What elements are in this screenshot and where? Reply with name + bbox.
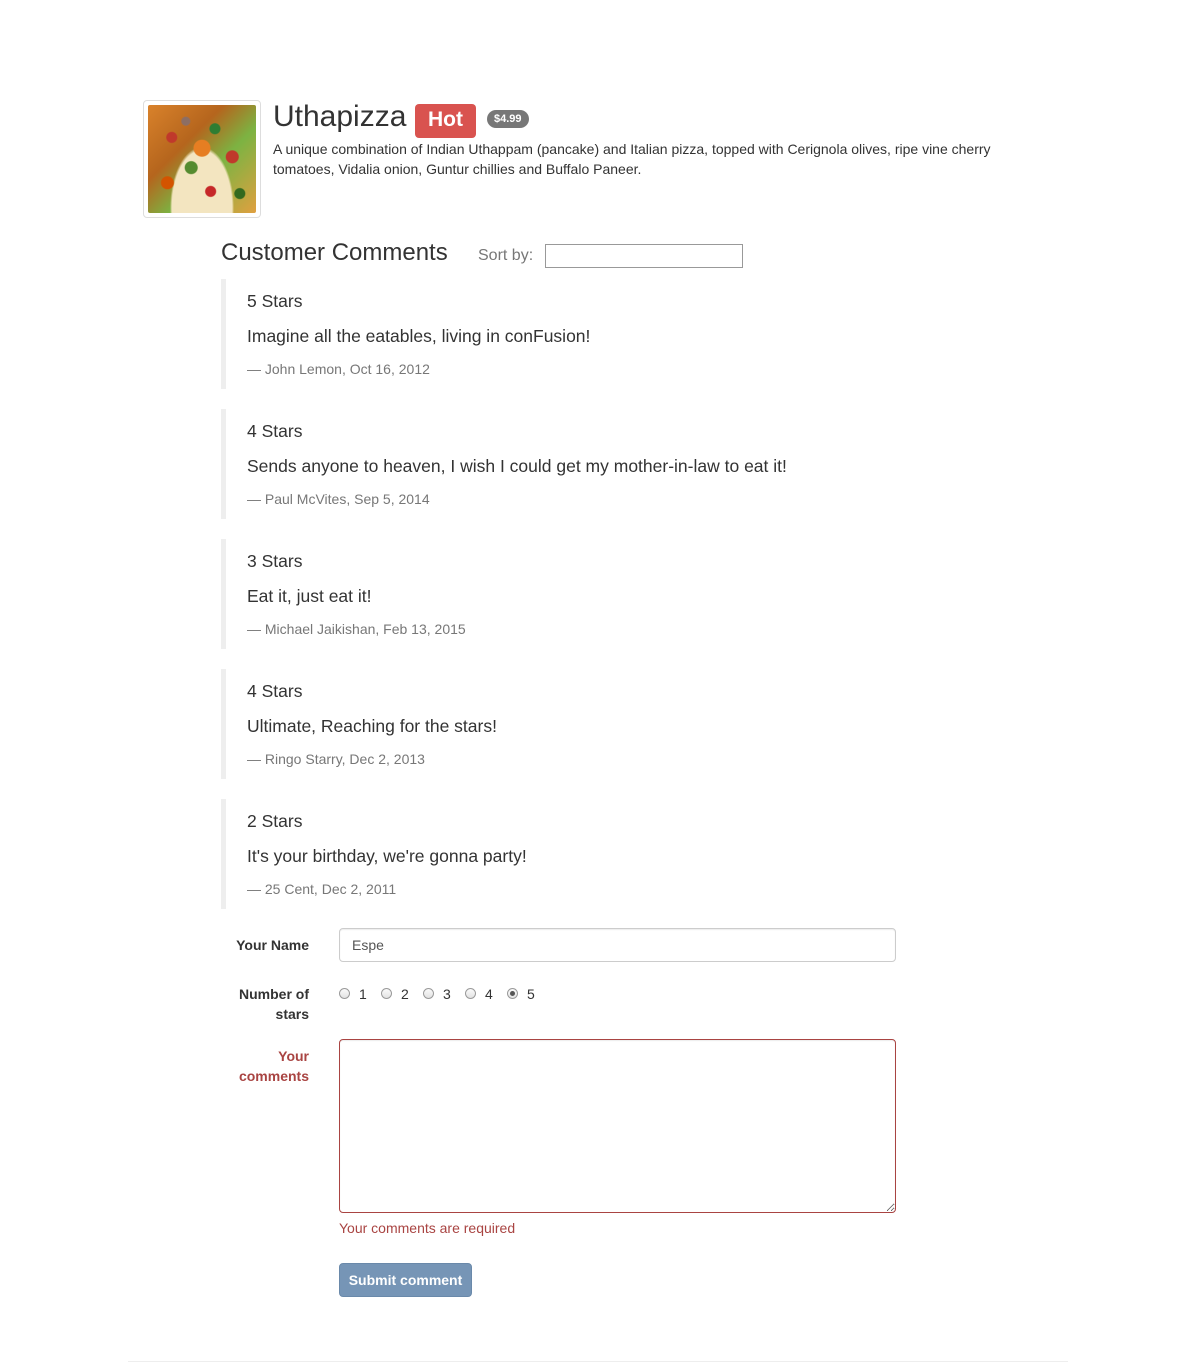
comment-text: It's your birthday, we're gonna party! [247, 846, 527, 866]
star-option-label: 5 [527, 986, 535, 1002]
name-label: Your Name [236, 937, 309, 953]
comment-rating: 4 Stars [247, 681, 303, 701]
comments-textarea[interactable] [339, 1039, 896, 1213]
dish-name: Uthapizza [273, 100, 407, 133]
comment-rating: 2 Stars [247, 811, 303, 831]
comment-rating: 3 Stars [247, 551, 303, 571]
star-option-label: 2 [401, 986, 409, 1002]
comments-label: Your comments [129, 1046, 309, 1086]
comment-author-date: — 25 Cent, Dec 2, 2011 [247, 881, 397, 897]
dish-description: A unique combination of Indian Uthappam … [273, 141, 991, 177]
star-option-label: 4 [485, 986, 493, 1002]
comment-text: Sends anyone to heaven, I wish I could g… [247, 456, 787, 476]
comment-text: Imagine all the eatables, living in conF… [247, 326, 591, 346]
radio-button[interactable] [339, 988, 350, 999]
comments-label-line2: comments [238, 1068, 309, 1084]
sort-input[interactable] [545, 244, 743, 268]
sort-label: Sort by: [478, 247, 534, 264]
comments-error-message: Your comments are required [339, 1220, 516, 1236]
hot-label: Hot [415, 104, 476, 138]
comment-item: 4 Stars Ultimate, Reaching for the stars… [221, 669, 921, 779]
price-badge: $4.99 [487, 110, 529, 128]
bottom-divider [128, 1361, 1068, 1362]
radio-button[interactable] [381, 988, 392, 999]
comment-text: Ultimate, Reaching for the stars! [247, 716, 497, 736]
comment-text: Eat it, just eat it! [247, 586, 372, 606]
comment-author-date: — Ringo Starry, Dec 2, 2013 [247, 751, 425, 767]
comment-rating: 5 Stars [247, 291, 303, 311]
star-option-label: 1 [359, 986, 367, 1002]
star-option-label: 3 [443, 986, 451, 1002]
pizza-image [148, 105, 256, 213]
comment-item: 3 Stars Eat it, just eat it! — Michael J… [221, 539, 921, 649]
submit-comment-button[interactable]: Submit comment [339, 1263, 472, 1297]
dish-thumbnail [143, 100, 261, 218]
radio-button[interactable] [423, 988, 434, 999]
comment-author-date: — John Lemon, Oct 16, 2012 [247, 361, 430, 377]
stars-label-line2: stars [275, 1006, 309, 1022]
comment-author-date: — Paul McVites, Sep 5, 2014 [247, 491, 430, 507]
radio-button-selected[interactable] [507, 988, 518, 999]
comment-item: 2 Stars It's your birthday, we're gonna … [221, 799, 921, 909]
stars-label-line1: Number of [239, 986, 309, 1002]
stars-label: Number of stars [129, 984, 309, 1024]
comments-label-line1: Your [278, 1048, 309, 1064]
name-input[interactable] [339, 928, 896, 962]
comment-item: 5 Stars Imagine all the eatables, living… [221, 279, 921, 389]
comment-rating: 4 Stars [247, 421, 303, 441]
comment-item: 4 Stars Sends anyone to heaven, I wish I… [221, 409, 921, 519]
radio-button[interactable] [465, 988, 476, 999]
comments-title: Customer Comments [221, 239, 448, 266]
comment-author-date: — Michael Jaikishan, Feb 13, 2015 [247, 621, 466, 637]
